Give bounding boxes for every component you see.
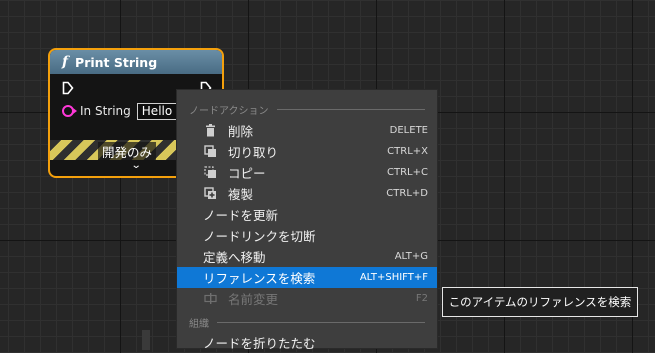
menu-item-break-node-links[interactable]: ノードリンクを切断 bbox=[177, 225, 437, 246]
expand-chevron-icon[interactable]: ⌄ bbox=[131, 160, 142, 171]
section-node-actions: ノードアクション bbox=[189, 102, 425, 117]
menu-item-rename[interactable]: 名前変更 F2 bbox=[177, 288, 437, 309]
menu-item-shortcut: CTRL+D bbox=[386, 188, 428, 199]
duplicate-icon bbox=[204, 187, 216, 199]
menu-item-shortcut: DELETE bbox=[389, 125, 428, 136]
in-string-label: In String bbox=[80, 104, 131, 118]
node-header[interactable]: f Print String bbox=[50, 50, 222, 74]
menu-item-find-references[interactable]: リファレンスを検索 ALT+SHIFT+F bbox=[177, 267, 437, 288]
in-string-value-input[interactable]: Hello bbox=[136, 102, 178, 120]
development-only-label: 開発のみ bbox=[98, 142, 157, 161]
section-title: ノードアクション bbox=[189, 105, 269, 117]
menu-item-label: ノードを更新 bbox=[203, 208, 279, 223]
menu-item-shortcut: ALT+G bbox=[394, 251, 428, 262]
menu-item-label: 切り取り bbox=[228, 145, 279, 160]
background-graph-mark bbox=[142, 330, 150, 350]
exec-input-pin-icon[interactable] bbox=[62, 81, 74, 95]
section-divider bbox=[276, 108, 425, 110]
menu-item-label: 削除 bbox=[228, 124, 254, 139]
find-references-tooltip: このアイテムのリファレンスを検索 bbox=[442, 287, 638, 317]
menu-item-label: ノードリンクを切断 bbox=[203, 229, 316, 244]
menu-item-label: 名前変更 bbox=[228, 292, 279, 307]
function-icon: f bbox=[62, 54, 69, 70]
menu-item-delete[interactable]: 削除 DELETE bbox=[177, 120, 437, 141]
menu-item-shortcut: ALT+SHIFT+F bbox=[359, 272, 428, 283]
menu-item-collapse-nodes[interactable]: ノードを折りたたむ bbox=[177, 332, 437, 353]
trash-icon bbox=[206, 124, 215, 137]
node-title: Print String bbox=[75, 54, 158, 70]
menu-item-duplicate[interactable]: 複製 CTRL+D bbox=[177, 183, 437, 204]
menu-item-refresh-nodes[interactable]: ノードを更新 bbox=[177, 204, 437, 225]
section-divider bbox=[217, 321, 425, 323]
copy-icon bbox=[204, 166, 216, 178]
menu-item-shortcut: CTRL+X bbox=[387, 146, 428, 157]
cut-icon bbox=[204, 145, 216, 157]
menu-item-shortcut: F2 bbox=[415, 293, 428, 304]
string-pin-icon[interactable] bbox=[62, 105, 77, 117]
section-title: 組織 bbox=[189, 318, 209, 330]
menu-item-label: コピー bbox=[228, 166, 266, 181]
section-organize: 組織 bbox=[189, 315, 425, 330]
menu-item-label: ノードを折りたたむ bbox=[203, 336, 316, 351]
menu-item-label: 定義へ移動 bbox=[203, 250, 266, 265]
context-menu: ノードアクション 削除 DELETE 切り取り CTRL+X コピー CTRL+… bbox=[176, 89, 438, 351]
menu-item-cut[interactable]: 切り取り CTRL+X bbox=[177, 141, 437, 162]
rename-icon bbox=[204, 293, 217, 304]
menu-item-shortcut: CTRL+C bbox=[387, 167, 428, 178]
menu-item-goto-definition[interactable]: 定義へ移動 ALT+G bbox=[177, 246, 437, 267]
menu-item-label: 複製 bbox=[228, 187, 254, 202]
menu-item-copy[interactable]: コピー CTRL+C bbox=[177, 162, 437, 183]
menu-item-label: リファレンスを検索 bbox=[203, 271, 316, 286]
